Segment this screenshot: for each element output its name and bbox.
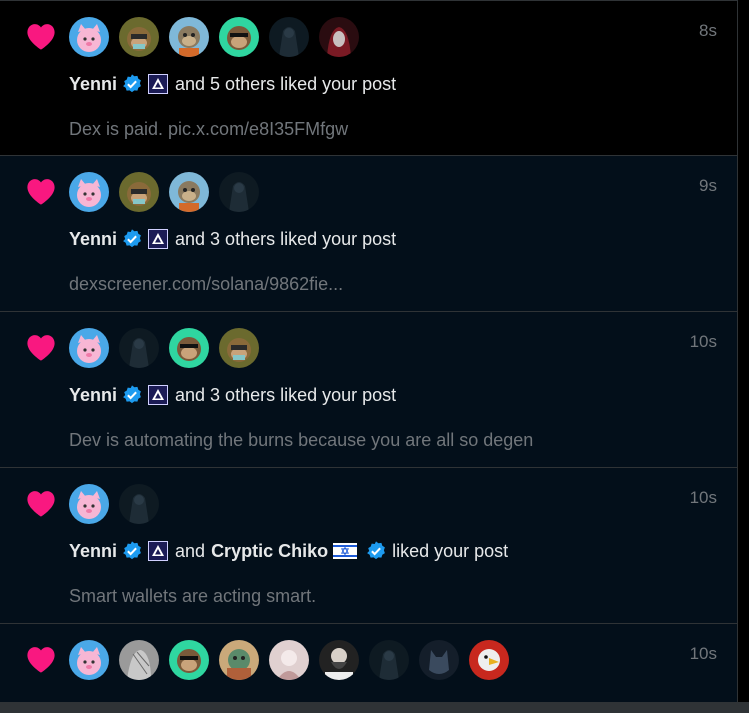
pink-cat-avatar[interactable] — [69, 172, 109, 212]
notification-text: Yenni and 3 others liked your post — [69, 384, 396, 406]
avatar-row — [69, 172, 259, 212]
ape-teal-avatar[interactable] — [169, 640, 209, 680]
verified-badge-icon — [121, 228, 143, 250]
dark-figure-avatar[interactable] — [369, 640, 409, 680]
timestamp[interactable]: 10s — [690, 332, 717, 352]
heart-icon — [24, 642, 58, 676]
pink-cat-avatar[interactable] — [69, 328, 109, 368]
actor-name[interactable]: Yenni — [69, 385, 117, 406]
affiliate-badge-icon — [148, 385, 169, 405]
notification-item[interactable]: 10s Yenni and 3 others liked your post D… — [0, 312, 737, 468]
scrollbar-track[interactable] — [739, 0, 749, 713]
affiliate-badge-icon — [148, 541, 169, 561]
heart-icon — [24, 19, 58, 53]
affiliate-badge-icon — [148, 74, 169, 94]
verified-badge-icon — [121, 384, 143, 406]
red-hood-avatar[interactable] — [319, 17, 359, 57]
second-actor-name[interactable]: Cryptic Chiko — [211, 541, 328, 562]
dark-figure-avatar[interactable] — [219, 172, 259, 212]
timestamp[interactable]: 10s — [690, 488, 717, 508]
timestamp[interactable]: 9s — [699, 176, 717, 196]
dark-figure-avatar[interactable] — [119, 484, 159, 524]
verified-badge-icon — [121, 540, 143, 562]
ape-blue-avatar[interactable] — [169, 17, 209, 57]
actor-name[interactable]: Yenni — [69, 541, 117, 562]
pink-cat-avatar[interactable] — [69, 484, 109, 524]
notification-text: Yenni and 3 others liked your post — [69, 228, 396, 250]
colorful-ape-avatar[interactable] — [219, 640, 259, 680]
ape-olive-avatar[interactable] — [119, 172, 159, 212]
dark-figure-avatar[interactable] — [269, 17, 309, 57]
like-summary: and 5 others liked your post — [175, 73, 397, 94]
israel-flag-icon — [333, 543, 358, 559]
ape-teal-avatar[interactable] — [169, 328, 209, 368]
actor-name[interactable]: Yenni — [69, 229, 117, 250]
verified-badge-icon — [365, 540, 387, 562]
heart-icon — [24, 486, 58, 520]
pink-cat-avatar[interactable] — [69, 640, 109, 680]
actor-name[interactable]: Yenni — [69, 74, 117, 95]
pink-cat-avatar[interactable] — [69, 17, 109, 57]
notification-item[interactable]: 10s Yenni and Cryptic Chiko liked your p… — [0, 468, 737, 624]
pale-figure-avatar[interactable] — [269, 640, 309, 680]
avatar-row — [69, 17, 359, 57]
avatar-row — [69, 640, 509, 680]
dark-figure-avatar[interactable] — [119, 328, 159, 368]
ape-blue-avatar[interactable] — [169, 172, 209, 212]
heart-icon — [24, 174, 58, 208]
ape-olive-avatar[interactable] — [219, 328, 259, 368]
verified-badge-icon — [121, 73, 143, 95]
bearded-man-avatar[interactable] — [319, 640, 359, 680]
notification-item[interactable]: 10s — [0, 624, 737, 713]
post-preview[interactable]: dexscreener.com/solana/9862fie... — [69, 274, 343, 295]
like-summary: and 3 others liked your post — [175, 384, 397, 405]
timestamp[interactable]: 10s — [690, 644, 717, 664]
heart-icon — [24, 330, 58, 364]
avatar-row — [69, 328, 259, 368]
avatar-row — [69, 484, 159, 524]
timestamp[interactable]: 8s — [699, 21, 717, 41]
ape-teal-avatar[interactable] — [219, 17, 259, 57]
notification-item[interactable]: 9s Yenni and 3 others liked your post de… — [0, 156, 737, 312]
notification-text: Yenni and Cryptic Chiko liked your post — [69, 540, 508, 562]
like-summary: liked your post — [392, 540, 509, 561]
like-summary: and 3 others liked your post — [175, 228, 397, 249]
and-word: and — [175, 540, 206, 561]
notification-item[interactable]: 8s Yenni and 5 others liked your post De… — [0, 0, 737, 156]
affiliate-badge-icon — [148, 229, 169, 249]
grey-sketch-avatar[interactable] — [119, 640, 159, 680]
red-eagle-avatar[interactable] — [469, 640, 509, 680]
wolf-avatar[interactable] — [419, 640, 459, 680]
horizontal-scrollbar[interactable] — [0, 702, 749, 713]
notification-text: Yenni and 5 others liked your post — [69, 73, 396, 95]
post-preview[interactable]: Smart wallets are acting smart. — [69, 586, 316, 607]
ape-olive-avatar[interactable] — [119, 17, 159, 57]
post-preview[interactable]: Dev is automating the burns because you … — [69, 430, 533, 451]
post-preview[interactable]: Dex is paid. pic.x.com/e8I35FMfgw — [69, 119, 348, 140]
notifications-feed: 8s Yenni and 5 others liked your post De… — [0, 0, 738, 713]
